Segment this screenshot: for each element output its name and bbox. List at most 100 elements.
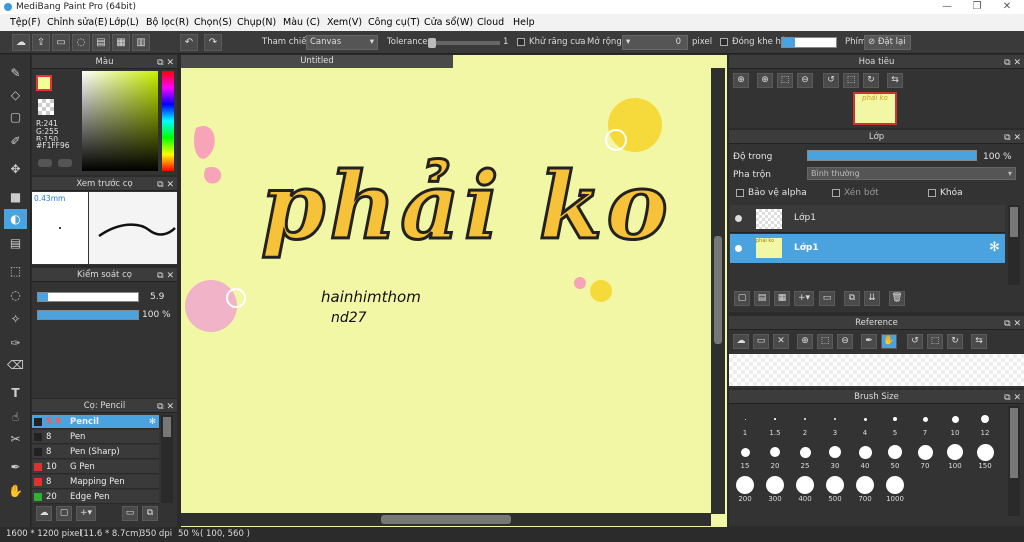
- flip-icon[interactable]: ⇆: [887, 73, 903, 88]
- gear-icon[interactable]: ✻: [149, 415, 156, 429]
- brush-size-300[interactable]: 300: [761, 475, 789, 503]
- lasso-icon[interactable]: ◌: [4, 285, 27, 305]
- expand-input[interactable]: ▾ 0: [622, 35, 688, 50]
- brush-size-1.5[interactable]: 1.5: [761, 409, 789, 437]
- hand-icon[interactable]: ✋: [4, 481, 27, 501]
- panel-controls-icon[interactable]: ⧉ ✕: [157, 269, 174, 283]
- text-icon[interactable]: T: [4, 383, 27, 403]
- zoom-out-icon[interactable]: ⊖: [797, 73, 813, 88]
- brush-size-400[interactable]: 400: [791, 475, 819, 503]
- transparent-swatch[interactable]: [38, 99, 54, 115]
- operation-icon[interactable]: ☝: [4, 407, 27, 427]
- clipping-checkbox[interactable]: [832, 189, 840, 197]
- flip-icon[interactable]: ⇆: [971, 334, 987, 349]
- brush-size-150[interactable]: 150: [971, 442, 999, 470]
- brush-item[interactable]: 10 G Pen: [32, 460, 159, 474]
- menu-select[interactable]: Chọn(S): [194, 14, 232, 31]
- menu-window[interactable]: Cửa sổ(W): [424, 14, 473, 31]
- tolerance-slider-handle[interactable]: [428, 38, 436, 48]
- new-layer-icon[interactable]: ▢: [734, 291, 750, 306]
- panel-controls-icon[interactable]: ⧉ ✕: [1004, 56, 1021, 70]
- brush-opacity-value[interactable]: 100 %: [142, 310, 171, 320]
- brush-size-value[interactable]: 5.9: [150, 292, 164, 302]
- cloud-icon[interactable]: ☁: [733, 334, 749, 349]
- open-folder-icon[interactable]: ▭: [753, 334, 769, 349]
- canvas-hscrollbar[interactable]: [181, 513, 711, 526]
- brush-size-30[interactable]: 30: [821, 442, 849, 470]
- visibility-icon[interactable]: [735, 245, 742, 252]
- menu-cloud[interactable]: Cloud: [477, 14, 504, 31]
- new-8bit-layer-icon[interactable]: ▦: [774, 291, 790, 306]
- brush-opacity-slider[interactable]: [37, 310, 139, 320]
- add-brush-icon[interactable]: +▾: [76, 506, 96, 521]
- new-halftone-layer-icon[interactable]: ▤: [754, 291, 770, 306]
- eyedropper-icon[interactable]: ✒: [4, 457, 27, 477]
- brush-size-slider[interactable]: [37, 292, 139, 302]
- brush-size-1[interactable]: 1: [731, 409, 759, 437]
- cloud-icon[interactable]: ☁: [12, 34, 30, 51]
- fill-rect-icon[interactable]: ■: [4, 187, 27, 207]
- reset-view-icon[interactable]: ⬚: [843, 73, 859, 88]
- protect-alpha-checkbox[interactable]: [736, 189, 744, 197]
- panel-controls-icon[interactable]: ⧉ ✕: [157, 178, 174, 192]
- comment-icon[interactable]: ▭: [52, 34, 70, 51]
- redo-icon[interactable]: ↷: [204, 34, 222, 51]
- gap-level-selector[interactable]: [781, 37, 837, 48]
- folder-icon[interactable]: ▭: [122, 506, 138, 521]
- brush-size-4[interactable]: 4: [851, 409, 879, 437]
- brush-size-700[interactable]: 700: [851, 475, 879, 503]
- panel-controls-icon[interactable]: ⧉ ✕: [1004, 391, 1021, 405]
- brush-size-10[interactable]: 10: [941, 409, 969, 437]
- palette-icon-2[interactable]: [58, 159, 72, 167]
- gear-icon[interactable]: ✻: [989, 240, 1000, 255]
- lock-checkbox[interactable]: [928, 189, 936, 197]
- foreground-color-swatch[interactable]: [36, 75, 52, 91]
- hue-slider[interactable]: [162, 71, 174, 171]
- gap-level-1[interactable]: [782, 38, 795, 47]
- hand-icon[interactable]: ✋: [881, 334, 897, 349]
- upload-icon[interactable]: ⇪: [32, 34, 50, 51]
- divide-icon[interactable]: ✂: [4, 429, 27, 449]
- brush-size-15[interactable]: 15: [731, 442, 759, 470]
- select-rect-icon[interactable]: ⬚: [4, 261, 27, 281]
- menu-view[interactable]: Xem(V): [327, 14, 362, 31]
- reset-view-icon[interactable]: ⬚: [927, 334, 943, 349]
- brush-size-7[interactable]: 7: [911, 409, 939, 437]
- brush-item[interactable]: 8 Pen: [32, 430, 159, 444]
- rotate-left-icon[interactable]: ↺: [907, 334, 923, 349]
- close-icon[interactable]: ✕: [773, 334, 789, 349]
- rectangle-icon[interactable]: ▢: [4, 107, 27, 127]
- select-eraser-icon[interactable]: ⌫: [4, 355, 27, 375]
- layer-opacity-slider[interactable]: [807, 150, 977, 161]
- trash-icon[interactable]: 🗑: [889, 291, 905, 306]
- blend-select[interactable]: Bình thường ▾: [807, 167, 1016, 180]
- brush-size-12[interactable]: 12: [971, 409, 999, 437]
- eraser-icon[interactable]: ◇: [4, 85, 27, 105]
- copy-icon[interactable]: ⧉: [142, 506, 158, 521]
- brush-icon[interactable]: ✎: [4, 63, 27, 83]
- menu-help[interactable]: Help: [513, 14, 535, 31]
- brush-size-200[interactable]: 200: [731, 475, 759, 503]
- zoom-in-icon[interactable]: ⊕: [757, 73, 773, 88]
- speech-icon[interactable]: ◌: [72, 34, 90, 51]
- brush-size-70[interactable]: 70: [911, 442, 939, 470]
- layers-scrollbar[interactable]: [1008, 205, 1020, 285]
- brush-size-2[interactable]: 2: [791, 409, 819, 437]
- antialias-checkbox[interactable]: [517, 38, 525, 46]
- duplicate-icon[interactable]: ⧉: [844, 291, 860, 306]
- brush-size-1000[interactable]: 1000: [881, 475, 909, 503]
- bucket-icon[interactable]: ◐: [4, 209, 27, 229]
- gradient-icon[interactable]: ▤: [4, 233, 27, 253]
- brush-item[interactable]: 5.9 Pencil ✻: [32, 415, 159, 429]
- move-icon[interactable]: ✥: [4, 159, 27, 179]
- panel-controls-icon[interactable]: ⧉ ✕: [1004, 131, 1021, 145]
- merge-icon[interactable]: ⇊: [864, 291, 880, 306]
- brush-size-3[interactable]: 3: [821, 409, 849, 437]
- rotate-left-icon[interactable]: ↺: [823, 73, 839, 88]
- brush-size-40[interactable]: 40: [851, 442, 879, 470]
- palette-icon[interactable]: [38, 159, 52, 167]
- brush-item[interactable]: 20 Edge Pen: [32, 490, 159, 504]
- close-gap-checkbox[interactable]: [720, 38, 728, 46]
- brush-size-50[interactable]: 50: [881, 442, 909, 470]
- layer-row-selected[interactable]: phải ko Lớp1 ✻: [730, 234, 1005, 263]
